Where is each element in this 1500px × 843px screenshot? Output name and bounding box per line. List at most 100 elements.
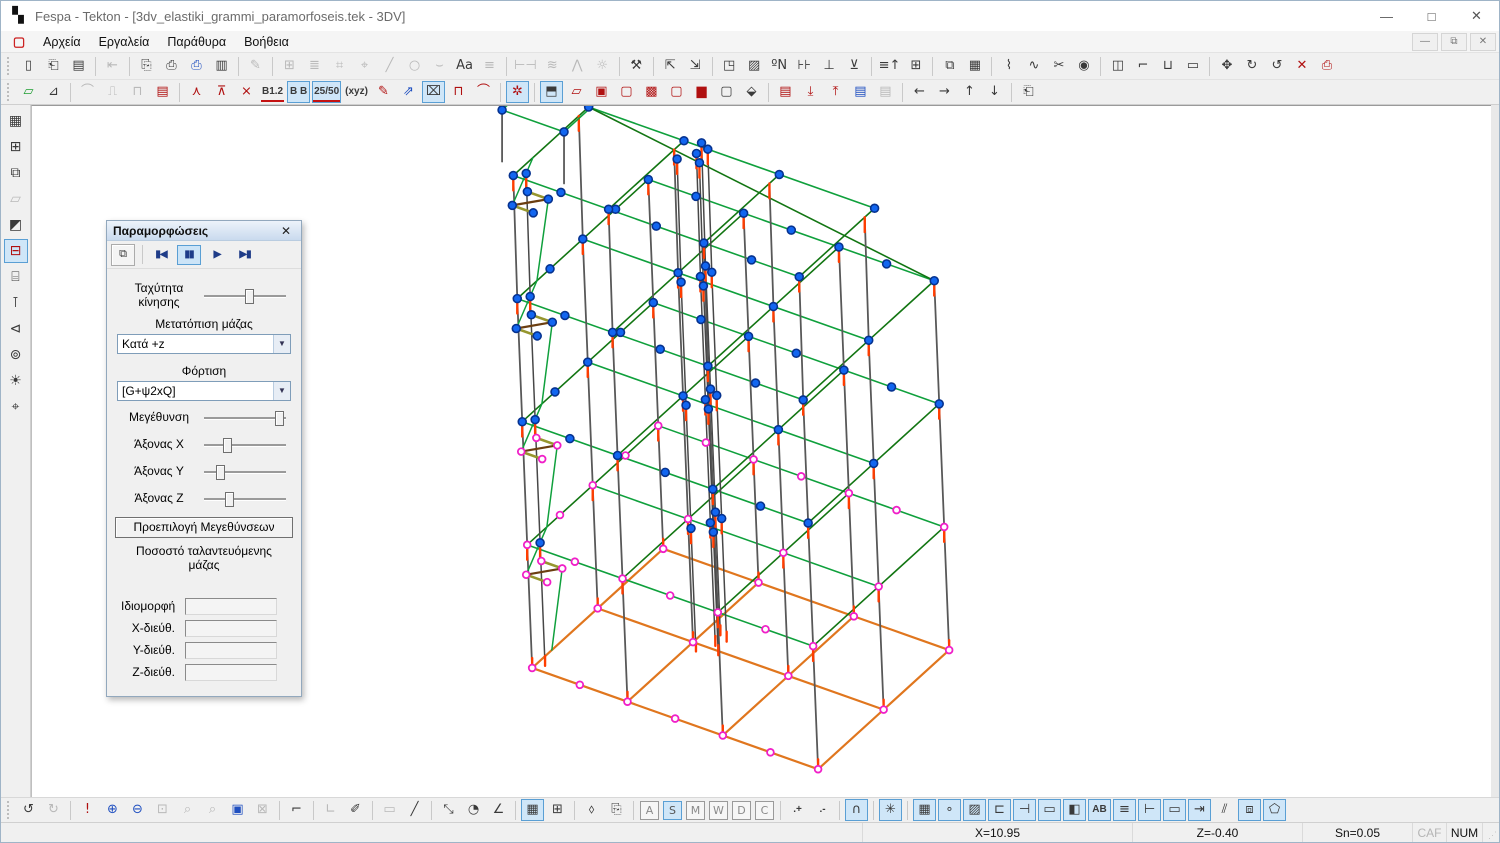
y-dir-field[interactable] [185,642,277,659]
dyn-arrow-button[interactable]: ⇗ [397,81,420,103]
megethynsi-slider[interactable] [202,408,288,428]
tools-button[interactable]: ⚒ [625,55,648,77]
resize-grip[interactable]: ⋰ [1483,823,1499,842]
table-down-button[interactable]: ⤓ [799,81,822,103]
batch-print-button[interactable]: ⎙ [1315,55,1338,77]
zoom-extents-button[interactable]: ▣ [226,799,249,821]
camera-button[interactable]: ⌖ [4,395,28,419]
quick-table-button[interactable]: ▦ [521,799,544,821]
import-props-button[interactable]: ⇱ [659,55,682,77]
dialog-header[interactable]: Παραμορφώσεις ✕ [107,221,301,241]
snap-star-button[interactable]: ✳ [879,799,902,821]
snap-image-button[interactable]: ⧈ [1238,799,1261,821]
tag-button[interactable]: ⬨ [580,799,603,821]
close-button[interactable]: ✕ [1454,2,1499,31]
roof-3-button[interactable]: ▩ [640,81,663,103]
layer-m-button[interactable]: M [686,801,705,820]
protractor-button[interactable]: ◔ [462,799,485,821]
print-button[interactable]: ⎙ [160,55,183,77]
dim-chain-button[interactable]: ⊦⊦ [793,55,816,77]
slope-button[interactable]: ⌇ [997,55,1020,77]
fence-button[interactable]: ▦ [963,55,986,77]
mass-shift-combo[interactable]: Κατά +z ▼ [117,334,291,354]
pan-button[interactable]: ✥ [1215,55,1238,77]
undo-button[interactable]: ↺ [17,799,40,821]
b2550-button[interactable]: 25/50 [312,81,341,103]
roof-2-button[interactable]: ▢ [615,81,638,103]
roof-4-button[interactable]: ▢ [665,81,688,103]
delete-button[interactable]: ✕ [1290,55,1313,77]
snap-arrow-button[interactable]: ⇥ [1188,799,1211,821]
node-numbers-button[interactable]: ºN [768,55,791,77]
point-minus-button[interactable]: .- [811,799,834,821]
search-region-button[interactable]: ◉ [1072,55,1095,77]
forces-nodes-button[interactable]: ⊼ [210,81,233,103]
clip-button[interactable]: ⊔ [1156,55,1179,77]
copy-format-button[interactable]: ⧉ [938,55,961,77]
snap-dim-button[interactable]: ⊢ [1138,799,1161,821]
slider-track[interactable] [204,417,286,419]
menu-parathyra[interactable]: Παράθυρα [158,33,235,51]
slider-thumb[interactable] [223,438,232,453]
open-button[interactable]: ⎗ [42,55,65,77]
snapshot-button[interactable]: ⧉ [111,244,135,266]
copy-button[interactable]: ⎘ [135,55,158,77]
snap-hatch2-button[interactable]: ⫽ [1213,799,1236,821]
comment-button[interactable]: ▭ [1181,55,1204,77]
snap-node-button[interactable]: ∘ [938,799,961,821]
snap-mid-button[interactable]: ⊣ [1013,799,1036,821]
ramps-button[interactable]: ◩ [4,213,28,237]
view-3d-button[interactable]: ⬒ [540,81,563,103]
zoom-in-button[interactable]: ⊕ [101,799,124,821]
layer-a-button[interactable]: A [640,801,659,820]
slider-track[interactable] [204,498,286,500]
chevron-down-icon[interactable]: ▼ [273,335,290,353]
menu-ergaleia[interactable]: Εργαλεία [90,33,159,51]
regen-button[interactable]: ! [76,799,99,821]
layer-c-button[interactable]: C [755,801,774,820]
pan-up-button[interactable]: ↑ [958,81,981,103]
pan-down-button[interactable]: ↓ [983,81,1006,103]
slider-track[interactable] [204,444,286,446]
layer-s-button[interactable]: S [663,801,682,820]
mdi-minimize-button[interactable]: — [1412,33,1438,51]
hatch-region-button[interactable]: ▨ [743,55,766,77]
dialog-close-button[interactable]: ✕ [277,224,295,238]
box-3d-button[interactable]: ⬙ [740,81,763,103]
panels-button[interactable]: ⌸ [4,265,28,289]
materials-button[interactable]: ⊚ [4,343,28,367]
snap-poly-button[interactable]: ⬠ [1263,799,1286,821]
view-angle-button[interactable]: ⊿ [42,81,65,103]
load-combo[interactable]: [G+ψ2xQ] ▼ [117,381,291,401]
pan-left-button[interactable]: ← [908,81,931,103]
walk-back-button[interactable]: ↺ [1265,55,1288,77]
snap-hatch-button[interactable]: ▨ [963,799,986,821]
drawing-canvas[interactable]: Παραμορφώσεις ✕ ⧉ ▮◀▮▮▶▶▮ Ταχύτητα κίνησ… [31,105,1491,797]
minimize-button[interactable]: — [1364,2,1409,31]
mdi-restore-button[interactable]: ⧉ [1441,33,1467,51]
slider-thumb[interactable] [216,465,225,480]
triad-button[interactable]: ✲ [506,81,529,103]
snap-doc-button[interactable]: ≡ [1113,799,1136,821]
idiomorfi-field[interactable] [185,598,277,615]
window-tile-button[interactable]: ◫ [1106,55,1129,77]
axis-y-slider[interactable] [202,462,288,482]
pause-button[interactable]: ▮▮ [177,245,201,265]
print-preview-button[interactable]: ⎙ [185,55,208,77]
view-box-button[interactable]: ◳ [718,55,741,77]
copy-objects-button[interactable]: ⎘ [605,799,628,821]
table-button[interactable]: ⊞ [546,799,569,821]
layer-d-button[interactable]: D [732,801,751,820]
menu-boitheia[interactable]: Βοήθεια [235,33,298,51]
openings-button[interactable]: ⊞ [4,135,28,159]
snap-edge-button[interactable]: ⊏ [988,799,1011,821]
table-up-button[interactable]: ⤒ [824,81,847,103]
export-view-button[interactable]: ▥ [210,55,233,77]
sketch-button[interactable]: ✐ [344,799,367,821]
outline-view-button[interactable]: ▢ [715,81,738,103]
layer-w-button[interactable]: W [709,801,728,820]
snap-ab-button[interactable]: AB [1088,799,1111,821]
maximize-button[interactable]: □ [1409,2,1454,31]
ucs-corner-button[interactable]: ⌐ [285,799,308,821]
measure-line-button[interactable]: ╱ [403,799,426,821]
